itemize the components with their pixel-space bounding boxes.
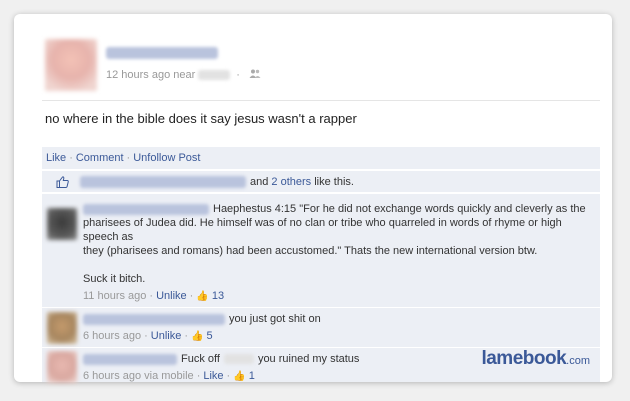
comment-item: Haephestus 4:15 "For he did not exchange… bbox=[42, 193, 600, 307]
status-text: no where in the bible does it say jesus … bbox=[45, 111, 357, 126]
watermark-brand: lamebook bbox=[481, 348, 567, 369]
comment-line: you ruined my status bbox=[257, 353, 360, 365]
meta-separator: · bbox=[189, 290, 194, 302]
mention-redacted[interactable] bbox=[223, 354, 254, 365]
comment-like-count[interactable]: 5 bbox=[207, 330, 213, 342]
comment-line bbox=[83, 258, 592, 272]
others-link[interactable]: 2 others bbox=[271, 176, 311, 188]
commenter-name-redacted[interactable] bbox=[83, 203, 209, 215]
comment-line: they (pharisees and romans) had been acc… bbox=[83, 245, 538, 257]
comment-like-count[interactable]: 1 bbox=[249, 370, 255, 382]
unlike-link[interactable]: Unlike bbox=[156, 290, 187, 302]
commenter-name-redacted[interactable] bbox=[83, 313, 225, 325]
comment-line: you just got shit on bbox=[229, 313, 321, 325]
liker-names-redacted[interactable] bbox=[80, 176, 246, 189]
comment-meta: 11 hours ago · Unlike · 👍 13 bbox=[83, 289, 592, 304]
comment-time[interactable]: 6 hours ago via mobile bbox=[83, 370, 194, 382]
comment-line: pharisees of Judea did. He himself was o… bbox=[83, 217, 562, 243]
thumbs-up-icon: 👍 bbox=[191, 331, 204, 342]
thumbs-up-icon: 👍 bbox=[196, 291, 209, 302]
commenter-avatar[interactable] bbox=[47, 208, 77, 240]
commenter-avatar[interactable] bbox=[47, 312, 77, 344]
comment-body: Haephestus 4:15 "For he did not exchange… bbox=[83, 202, 592, 304]
comment-text: you just got shit on bbox=[83, 312, 592, 326]
comment-like-count[interactable]: 13 bbox=[212, 290, 224, 302]
action-separator: · bbox=[126, 152, 131, 164]
author-name-redacted[interactable] bbox=[106, 47, 218, 59]
like-link[interactable]: Like bbox=[203, 370, 223, 382]
action-separator: · bbox=[69, 152, 73, 164]
post-actions: Like · Comment · Unfollow Post bbox=[42, 147, 600, 169]
comment-link[interactable]: Comment bbox=[76, 152, 124, 164]
comment-time[interactable]: 6 hours ago bbox=[83, 330, 141, 342]
comment-body: you just got shit on 6 hours ago · Unlike ·… bbox=[83, 312, 592, 344]
comment-meta: 6 hours ago via mobile · Like · 👍 1 bbox=[83, 369, 592, 384]
post-meta: 12 hours ago near · bbox=[106, 69, 261, 81]
people-icon bbox=[246, 69, 261, 81]
comment-line: Fuck off bbox=[181, 353, 220, 365]
lamebook-watermark: lamebook.com bbox=[481, 348, 590, 370]
likes-text: and 2 others like this. bbox=[80, 171, 354, 193]
likes-and: and bbox=[250, 176, 269, 188]
comment-text: Haephestus 4:15 "For he did not exchange… bbox=[83, 202, 592, 216]
meta-separator: · bbox=[149, 290, 154, 302]
meta-separator: · bbox=[226, 370, 231, 382]
watermark-tld: .com bbox=[566, 355, 590, 367]
thumbs-up-icon bbox=[56, 176, 69, 188]
unlike-link[interactable]: Unlike bbox=[151, 330, 182, 342]
location-redacted[interactable] bbox=[198, 70, 231, 81]
comment-time[interactable]: 11 hours ago bbox=[83, 290, 146, 302]
comment-meta: 6 hours ago · Unlike · 👍 5 bbox=[83, 329, 592, 344]
post-card: 12 hours ago near · no where in the bible… bbox=[14, 14, 612, 384]
likes-suffix: like this. bbox=[314, 176, 354, 188]
comment-line: Haephestus 4:15 "For he did not exchange… bbox=[213, 203, 586, 215]
comment-item: you just got shit on 6 hours ago · Unlike ·… bbox=[42, 307, 600, 347]
meta-separator: · bbox=[196, 370, 201, 382]
meta-separator: · bbox=[144, 330, 148, 342]
thumbs-up-icon: 👍 bbox=[233, 371, 246, 382]
author-avatar[interactable] bbox=[45, 39, 97, 91]
commenter-avatar[interactable] bbox=[47, 351, 77, 383]
meta-separator: · bbox=[184, 330, 189, 342]
divider bbox=[42, 100, 600, 101]
post-time[interactable]: 12 hours ago near bbox=[106, 69, 195, 81]
meta-separator: · bbox=[236, 69, 240, 81]
commenter-name-redacted[interactable] bbox=[83, 353, 177, 365]
unfollow-post-link[interactable]: Unfollow Post bbox=[133, 152, 200, 164]
like-link[interactable]: Like bbox=[46, 152, 66, 164]
likes-summary: and 2 others like this. bbox=[42, 170, 600, 192]
comment-line: Suck it bitch. bbox=[83, 273, 146, 285]
